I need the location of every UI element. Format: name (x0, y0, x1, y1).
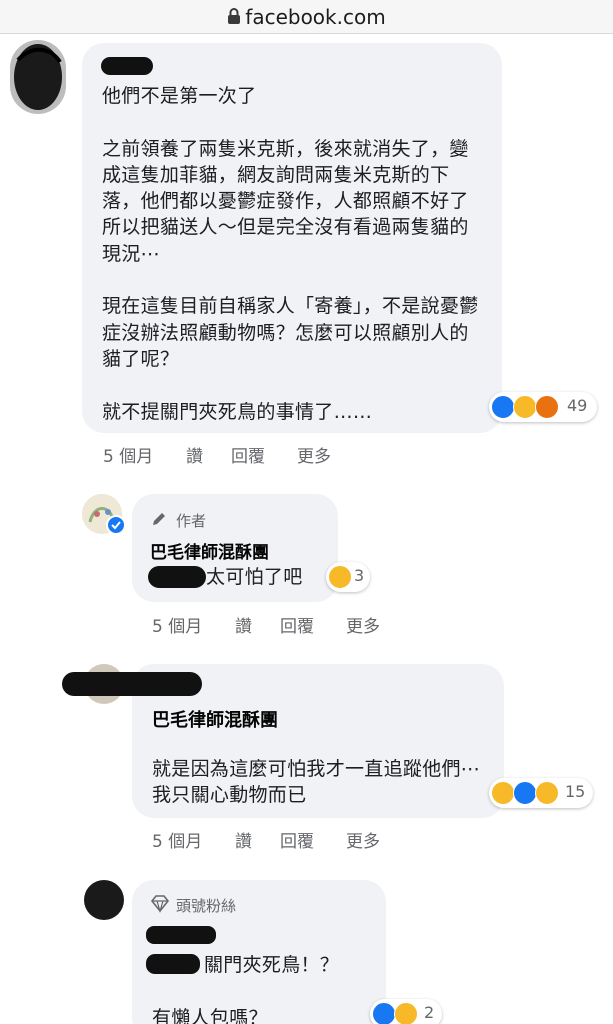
like-link[interactable]: 讚 (235, 612, 252, 637)
pencil-icon (153, 513, 165, 525)
url-text: facebook.com (245, 5, 386, 29)
author-name[interactable]: 巴毛律師混酥團 (150, 538, 269, 563)
commenter-avatar[interactable] (10, 40, 66, 114)
url-display[interactable]: facebook.com (0, 5, 613, 29)
redacted-name-scribble (62, 672, 202, 696)
reaction-summary[interactable]: 49 (489, 392, 597, 422)
fan-badge: 頭號粉絲 (176, 897, 237, 915)
reaction-count: 3 (354, 566, 365, 585)
author-badge: 作者 (176, 512, 207, 530)
reply-bubble: 頭號粉絲 關門夾死鳥！？ 有懶人包嗎？ (132, 880, 386, 1024)
diamond-icon (150, 895, 170, 913)
comment-text: 他們不是第一次了 之前領養了兩隻米克斯，後來就消失了，變成這隻加菲貓，網友詢問兩… (102, 85, 479, 423)
more-link[interactable]: 更多 (346, 827, 380, 852)
reaction-count: 15 (565, 782, 586, 801)
angry-icon (535, 395, 559, 419)
like-icon (513, 781, 537, 805)
sad-icon (491, 781, 515, 805)
comment-timestamp[interactable]: 5 個月 (152, 827, 202, 852)
verified-badge-icon (106, 515, 126, 535)
like-icon (491, 395, 515, 419)
wow-icon (513, 395, 537, 419)
reaction-summary[interactable]: 3 (326, 562, 370, 592)
comment-timestamp[interactable]: 5 個月 (152, 612, 202, 637)
mentioned-user[interactable]: 巴毛律師混酥團 (152, 706, 278, 732)
reply-text: 就是因為這麼可怕我才一直追蹤他們⋯我只關心動物而已 (152, 758, 481, 807)
reply-link[interactable]: 回覆 (280, 827, 314, 852)
sad-icon (328, 565, 352, 589)
reply-link[interactable]: 回覆 (280, 612, 314, 637)
commenter-avatar[interactable] (84, 880, 124, 920)
reply-bubble: 作者 巴毛律師混酥團 太可怕了吧 (132, 494, 338, 602)
like-link[interactable]: 讚 (235, 827, 252, 852)
more-link[interactable]: 更多 (297, 442, 331, 467)
reaction-summary[interactable]: 15 (489, 778, 593, 808)
comment-bubble: 他們不是第一次了 之前領養了兩隻米克斯，後來就消失了，變成這隻加菲貓，網友詢問兩… (82, 43, 502, 433)
reply-text: 太可怕了吧 (206, 566, 303, 588)
reaction-summary[interactable]: 2 (370, 999, 442, 1024)
reaction-count: 2 (424, 1003, 435, 1022)
comment-timestamp[interactable]: 5 個月 (103, 442, 153, 467)
redacted-name-scribble (101, 57, 153, 75)
wow-icon (535, 781, 559, 805)
browser-address-bar[interactable]: facebook.com (0, 0, 613, 34)
reply-text: 關門夾死鳥！？ 有懶人包嗎？ (152, 954, 340, 1024)
redacted-mention-scribble (148, 566, 206, 588)
reaction-count: 49 (567, 396, 588, 415)
redacted-name-scribble (146, 926, 216, 944)
like-icon (372, 1002, 396, 1024)
wow-icon (394, 1002, 418, 1024)
reply-link[interactable]: 回覆 (231, 442, 265, 467)
like-link[interactable]: 讚 (186, 442, 203, 467)
more-link[interactable]: 更多 (346, 612, 380, 637)
lock-icon (228, 8, 241, 24)
